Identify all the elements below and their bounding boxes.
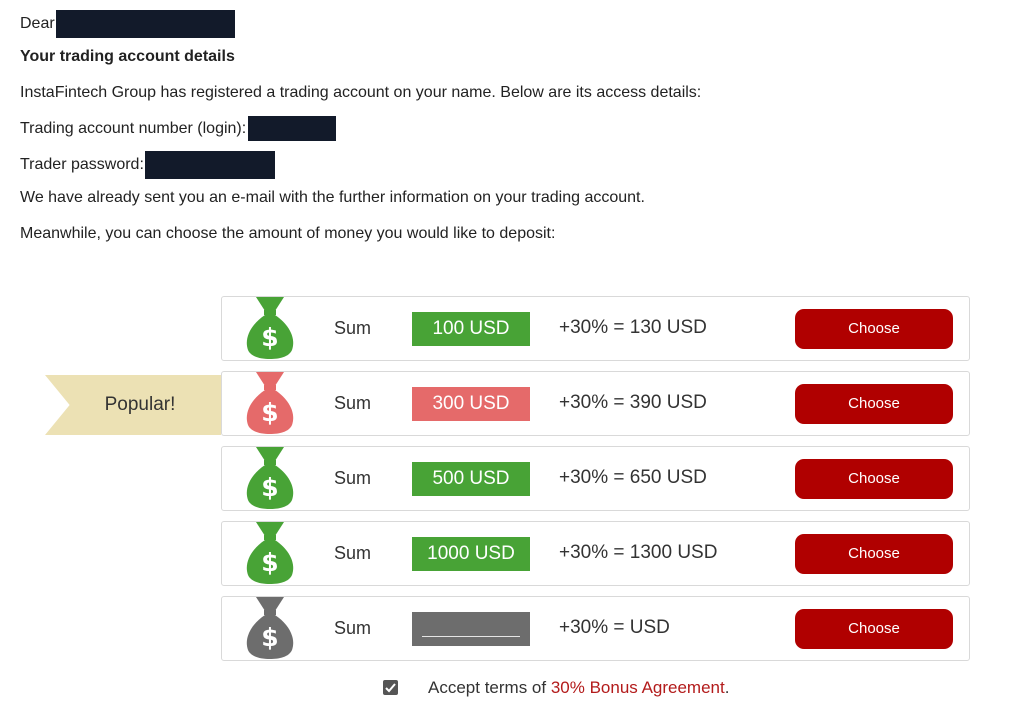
choose-button[interactable]: Choose: [795, 459, 953, 499]
bonus-text: +30% = 390 USD: [559, 392, 707, 413]
svg-text:$: $: [261, 323, 278, 352]
svg-text:$: $: [261, 623, 278, 652]
deposit-option-1000: $ Sum 1000 USD +30% = 1300 USD Choose: [221, 521, 970, 586]
svg-text:$: $: [261, 548, 278, 577]
money-bag-icon: $: [246, 447, 294, 509]
money-bag-icon: $: [246, 522, 294, 584]
custom-amount-input[interactable]: [412, 612, 530, 646]
bonus-text: +30% = 1300 USD: [559, 542, 718, 563]
deposit-options: Popular! $ Sum 100 USD +30% = 130 USD Ch…: [0, 0, 1024, 714]
popular-badge: Popular!: [45, 375, 221, 435]
custom-amount-underline: [422, 636, 520, 637]
money-bag-icon: $: [246, 297, 294, 359]
deposit-option-100: $ Sum 100 USD +30% = 130 USD Choose: [221, 296, 970, 361]
choose-button[interactable]: Choose: [795, 309, 953, 349]
svg-text:$: $: [261, 473, 278, 502]
sum-label: Sum: [334, 543, 372, 563]
amount-badge: 1000 USD: [412, 537, 530, 571]
checkmark-icon: [385, 683, 396, 693]
choose-button[interactable]: Choose: [795, 609, 953, 649]
bonus-text: +30% = USD: [559, 617, 670, 638]
sum-label: Sum: [334, 618, 372, 638]
terms-text: Accept terms of 30% Bonus Agreement.: [428, 678, 729, 698]
amount-badge: 300 USD: [412, 387, 530, 421]
bonus-text: +30% = 650 USD: [559, 467, 707, 488]
deposit-option-300: $ Sum 300 USD +30% = 390 USD Choose: [221, 371, 970, 436]
choose-button[interactable]: Choose: [795, 534, 953, 574]
sum-label: Sum: [334, 468, 372, 488]
terms-suffix: .: [724, 678, 730, 697]
choose-button[interactable]: Choose: [795, 384, 953, 424]
deposit-option-500: $ Sum 500 USD +30% = 650 USD Choose: [221, 446, 970, 511]
sum-label: Sum: [334, 393, 372, 413]
money-bag-icon: $: [246, 597, 294, 659]
terms-checkbox[interactable]: [383, 680, 398, 695]
amount-badge: 500 USD: [412, 462, 530, 496]
sum-label: Sum: [334, 318, 372, 338]
deposit-option-custom: $ Sum +30% = USD Choose: [221, 596, 970, 661]
money-bag-icon: $: [246, 372, 294, 434]
bonus-text: +30% = 130 USD: [559, 317, 707, 338]
bonus-agreement-link[interactable]: 30% Bonus Agreement: [551, 678, 725, 697]
amount-badge: 100 USD: [412, 312, 530, 346]
popular-badge-label: Popular!: [104, 394, 176, 415]
svg-text:$: $: [261, 398, 278, 427]
terms-prefix: Accept terms of: [428, 678, 551, 697]
